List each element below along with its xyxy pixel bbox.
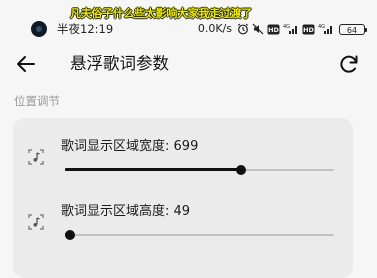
signal-4g-icon-2: 4G bbox=[318, 23, 334, 35]
alarm-icon bbox=[237, 23, 249, 35]
signal-4g-icon-1: 4G bbox=[283, 23, 299, 35]
svg-text:4G: 4G bbox=[318, 24, 325, 30]
width-slider[interactable] bbox=[65, 163, 334, 177]
hd-icon: HD bbox=[267, 24, 280, 35]
lyrics-icon bbox=[27, 148, 45, 166]
setting-label-height: 歌词显示区域高度: 49 bbox=[61, 204, 191, 219]
height-slider[interactable] bbox=[65, 228, 334, 242]
mute-icon bbox=[252, 23, 264, 35]
setting-row-width: 歌词显示区域宽度: 699 bbox=[13, 138, 353, 198]
status-time: 半夜12:19 bbox=[57, 22, 114, 36]
title-bar: 悬浮歌词参数 bbox=[0, 44, 377, 84]
svg-text:4G: 4G bbox=[283, 24, 290, 30]
hd-icon-2: HD bbox=[302, 24, 315, 35]
slider-thumb[interactable] bbox=[236, 165, 247, 175]
svg-text:HD: HD bbox=[268, 26, 279, 34]
setting-value-height: 49 bbox=[173, 204, 191, 219]
floating-lyric-text: 凡夫俗子什么些太影响大家我走过渡了 bbox=[70, 7, 252, 20]
section-label-position: 位置调节 bbox=[14, 94, 60, 108]
setting-row-height: 歌词显示区域高度: 49 bbox=[13, 203, 353, 263]
page-title: 悬浮歌词参数 bbox=[70, 54, 169, 73]
setting-label-width: 歌词显示区域宽度: 699 bbox=[61, 139, 199, 154]
camera-cutout bbox=[31, 21, 47, 37]
slider-thumb[interactable] bbox=[65, 230, 76, 240]
back-arrow-icon[interactable] bbox=[14, 52, 38, 76]
refresh-icon[interactable] bbox=[337, 52, 361, 76]
svg-text:HD: HD bbox=[303, 26, 314, 34]
settings-card: 歌词显示区域宽度: 699 歌词显示区域高度: 49 bbox=[13, 118, 353, 278]
setting-value-width: 699 bbox=[173, 139, 199, 154]
network-speed: 0.0K/s bbox=[197, 22, 232, 35]
battery-indicator: 64 bbox=[339, 23, 367, 35]
slider-fill bbox=[65, 168, 242, 171]
slider-track bbox=[65, 234, 334, 236]
lyrics-icon bbox=[27, 213, 45, 231]
